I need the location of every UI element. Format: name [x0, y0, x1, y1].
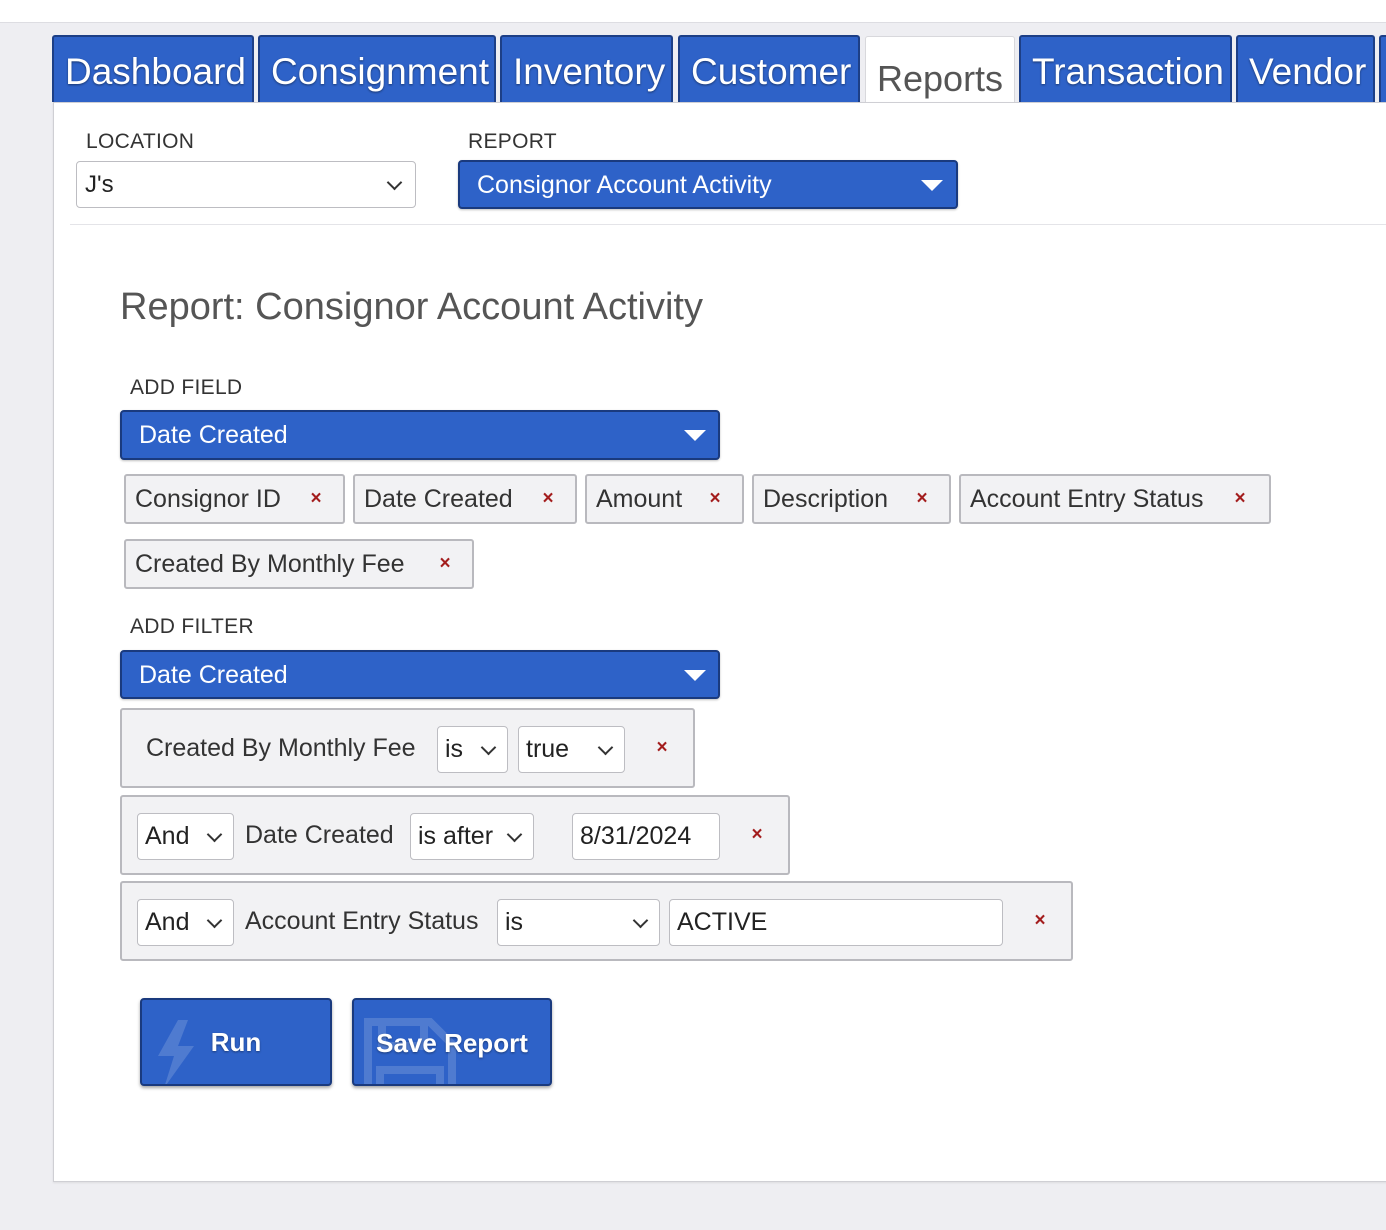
chevron-down-icon — [632, 912, 649, 928]
add-filter-select[interactable]: Date Created — [120, 650, 720, 699]
operator-value: is — [445, 735, 464, 763]
report-select[interactable]: Consignor Account Activity — [458, 160, 958, 209]
location-label: LOCATION — [86, 130, 195, 153]
caret-down-icon — [921, 179, 943, 191]
conjunction-value: And — [145, 908, 190, 936]
tab-consignment[interactable]: Consignment — [258, 35, 496, 102]
remove-icon[interactable]: × — [434, 553, 456, 575]
remove-icon[interactable]: × — [651, 737, 673, 759]
location-value: J's — [85, 171, 114, 198]
filter-row: And Account Entry Status is ACTIVE × — [120, 881, 1073, 961]
run-button[interactable]: Run — [140, 998, 332, 1086]
conjunction-select[interactable]: And — [137, 899, 234, 946]
field-chip-amount: Amount × — [585, 474, 744, 524]
filter-row: Created By Monthly Fee is true × — [120, 708, 695, 788]
run-label: Run — [210, 1027, 262, 1057]
field-chip-account-entry-status: Account Entry Status × — [959, 474, 1271, 524]
operator-select[interactable]: is after — [410, 813, 534, 860]
remove-icon[interactable]: × — [911, 488, 933, 510]
tab-transaction[interactable]: Transaction — [1019, 35, 1232, 102]
report-value: Consignor Account Activity — [477, 171, 772, 199]
tab-more[interactable] — [1379, 35, 1386, 102]
save-report-button[interactable]: Save Report — [352, 998, 552, 1086]
tab-dashboard[interactable]: Dashboard — [52, 35, 254, 102]
remove-icon[interactable]: × — [746, 824, 768, 846]
location-select[interactable]: J's — [76, 161, 416, 208]
operator-value: is — [505, 908, 524, 936]
tab-inventory[interactable]: Inventory — [500, 35, 673, 102]
value-input[interactable]: ACTIVE — [669, 899, 1003, 946]
caret-down-icon — [684, 669, 706, 681]
value-select[interactable]: true — [518, 726, 625, 773]
chevron-down-icon — [480, 739, 497, 755]
chip-label: Account Entry Status — [970, 485, 1204, 513]
remove-icon[interactable]: × — [537, 488, 559, 510]
add-field-value: Date Created — [139, 421, 288, 449]
conjunction-value: And — [145, 822, 190, 850]
chip-label: Description — [763, 485, 889, 513]
filter-row: And Date Created is after 8/31/2024 × — [120, 795, 790, 875]
value-value: true — [526, 735, 570, 763]
add-filter-value: Date Created — [139, 661, 288, 689]
add-field-select[interactable]: Date Created — [120, 410, 720, 460]
conjunction-select[interactable]: And — [137, 813, 234, 860]
save-report-label: Save Report — [376, 1028, 528, 1058]
chip-label: Date Created — [364, 485, 513, 513]
remove-icon[interactable]: × — [704, 488, 726, 510]
report-label: REPORT — [468, 130, 557, 153]
remove-icon[interactable]: × — [1229, 488, 1251, 510]
caret-down-icon — [684, 430, 706, 441]
operator-select[interactable]: is — [437, 726, 508, 773]
chevron-down-icon — [386, 174, 403, 190]
operator-select[interactable]: is — [497, 899, 660, 946]
field-chip-description: Description × — [752, 474, 951, 524]
lightning-icon — [158, 1020, 194, 1084]
field-chip-consignor-id: Consignor ID × — [124, 474, 345, 524]
add-field-label: ADD FIELD — [130, 376, 243, 399]
filter-field-label: Account Entry Status — [245, 907, 479, 935]
tab-customer[interactable]: Customer — [678, 35, 860, 102]
chip-label: Created By Monthly Fee — [135, 550, 405, 578]
chevron-down-icon — [597, 739, 614, 755]
field-chip-created-by-monthly-fee: Created By Monthly Fee × — [124, 539, 474, 589]
value-text: ACTIVE — [677, 908, 768, 936]
chevron-down-icon — [206, 826, 223, 842]
page-title: Report: Consignor Account Activity — [120, 286, 703, 328]
chevron-down-icon — [506, 826, 523, 842]
top-bar — [0, 0, 1386, 23]
add-filter-label: ADD FILTER — [130, 615, 254, 638]
divider — [70, 224, 1386, 225]
field-chip-date-created: Date Created × — [353, 474, 577, 524]
filter-field-label: Created By Monthly Fee — [146, 734, 416, 762]
chip-label: Amount — [596, 485, 683, 513]
filter-field-label: Date Created — [245, 821, 394, 849]
tab-reports[interactable]: Reports — [865, 36, 1015, 104]
chevron-down-icon — [206, 912, 223, 928]
operator-value: is after — [418, 822, 494, 850]
remove-icon[interactable]: × — [305, 488, 327, 510]
remove-icon[interactable]: × — [1029, 910, 1051, 932]
date-input[interactable]: 8/31/2024 — [572, 813, 720, 860]
chip-label: Consignor ID — [135, 485, 281, 513]
date-value: 8/31/2024 — [580, 822, 692, 850]
tab-vendor[interactable]: Vendor — [1236, 35, 1375, 102]
